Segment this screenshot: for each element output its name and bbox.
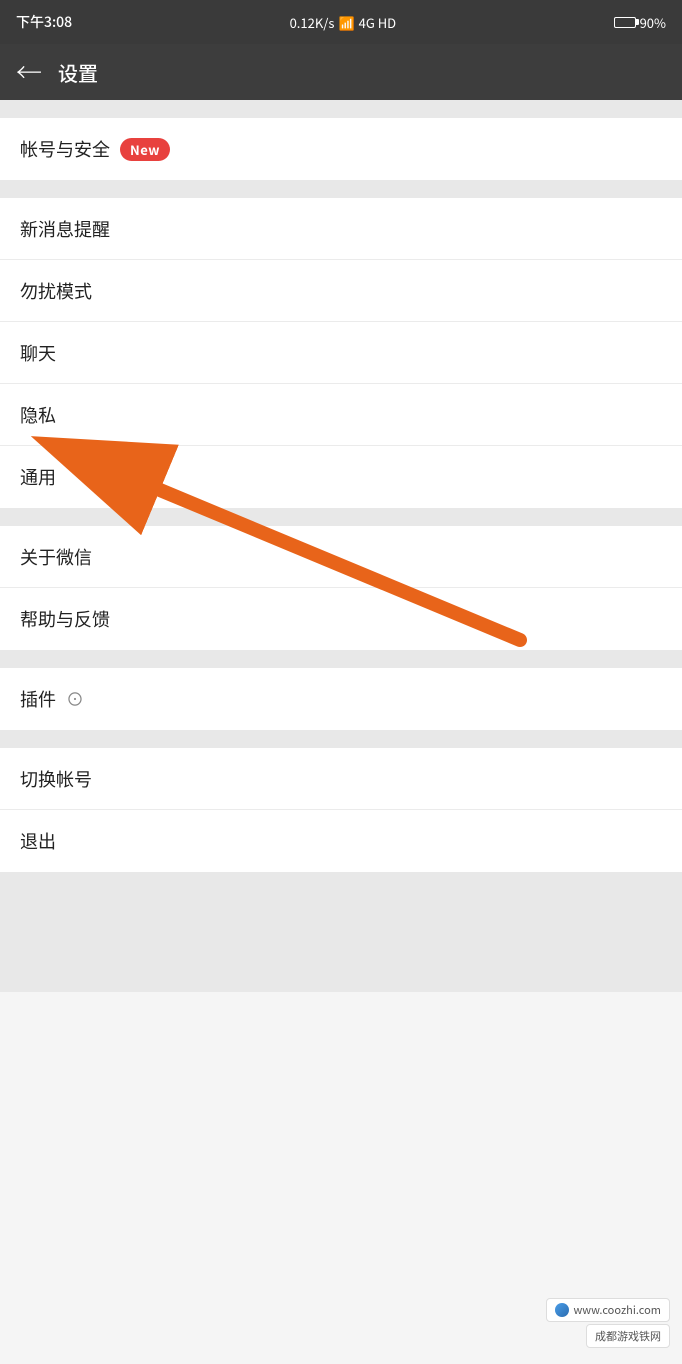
menu-item-account-security[interactable]: 帐号与安全 New xyxy=(0,118,682,180)
new-message-label: 新消息提醒 xyxy=(20,216,110,242)
watermark-logo xyxy=(555,1303,569,1317)
watermark-site1: www.coozhi.com xyxy=(546,1298,670,1322)
account-security-label: 帐号与安全 xyxy=(20,136,110,162)
menu-item-about[interactable]: 关于微信 xyxy=(0,526,682,588)
section-account: 帐号与安全 New xyxy=(0,118,682,180)
back-button[interactable]: ← xyxy=(16,59,42,85)
network-info: 0.12K/s 📶 4G HD xyxy=(290,13,397,32)
section-gap-2 xyxy=(0,508,682,526)
menu-item-new-message[interactable]: 新消息提醒 xyxy=(0,198,682,260)
section-about: 关于微信 帮助与反馈 xyxy=(0,526,682,650)
menu-item-logout[interactable]: 退出 xyxy=(0,810,682,872)
section-notifications: 新消息提醒 勿扰模式 聊天 隐私 通用 xyxy=(0,198,682,508)
plugin-icon: ⊙ xyxy=(66,686,84,712)
watermark-site2: 成都游戏铁网 xyxy=(586,1324,670,1348)
toolbar: ← 设置 xyxy=(0,44,682,100)
battery-area: 90% xyxy=(614,13,666,32)
help-label: 帮助与反馈 xyxy=(20,606,110,632)
menu-item-switch-account[interactable]: 切换帐号 xyxy=(0,748,682,810)
about-label: 关于微信 xyxy=(20,544,92,570)
new-badge: New xyxy=(120,138,170,161)
menu-item-plugins[interactable]: 插件 ⊙ xyxy=(0,668,682,730)
section-gap-bottom xyxy=(0,872,682,992)
section-gap-3 xyxy=(0,650,682,668)
section-plugins: 插件 ⊙ xyxy=(0,668,682,730)
dnd-label: 勿扰模式 xyxy=(20,278,92,304)
battery-icon xyxy=(614,17,636,28)
menu-item-chat[interactable]: 聊天 xyxy=(0,322,682,384)
menu-item-dnd[interactable]: 勿扰模式 xyxy=(0,260,682,322)
section-gap-1 xyxy=(0,180,682,198)
time: 下午3:08 xyxy=(16,12,72,32)
menu-item-help[interactable]: 帮助与反馈 xyxy=(0,588,682,650)
section-account-switch: 切换帐号 退出 xyxy=(0,748,682,872)
chat-label: 聊天 xyxy=(20,340,56,366)
menu-item-privacy[interactable]: 隐私 xyxy=(0,384,682,446)
privacy-label: 隐私 xyxy=(20,402,56,428)
menu-item-general[interactable]: 通用 xyxy=(0,446,682,508)
status-bar: 下午3:08 0.12K/s 📶 4G HD 90% xyxy=(0,0,682,44)
section-gap-top xyxy=(0,100,682,118)
general-label: 通用 xyxy=(20,464,56,490)
switch-account-label: 切换帐号 xyxy=(20,766,92,792)
plugins-label: 插件 xyxy=(20,686,56,712)
logout-label: 退出 xyxy=(20,828,56,854)
signal-icon: 📶 xyxy=(338,13,354,32)
section-gap-4 xyxy=(0,730,682,748)
page-title: 设置 xyxy=(58,58,98,87)
watermark: www.coozhi.com 成都游戏铁网 xyxy=(546,1298,670,1348)
